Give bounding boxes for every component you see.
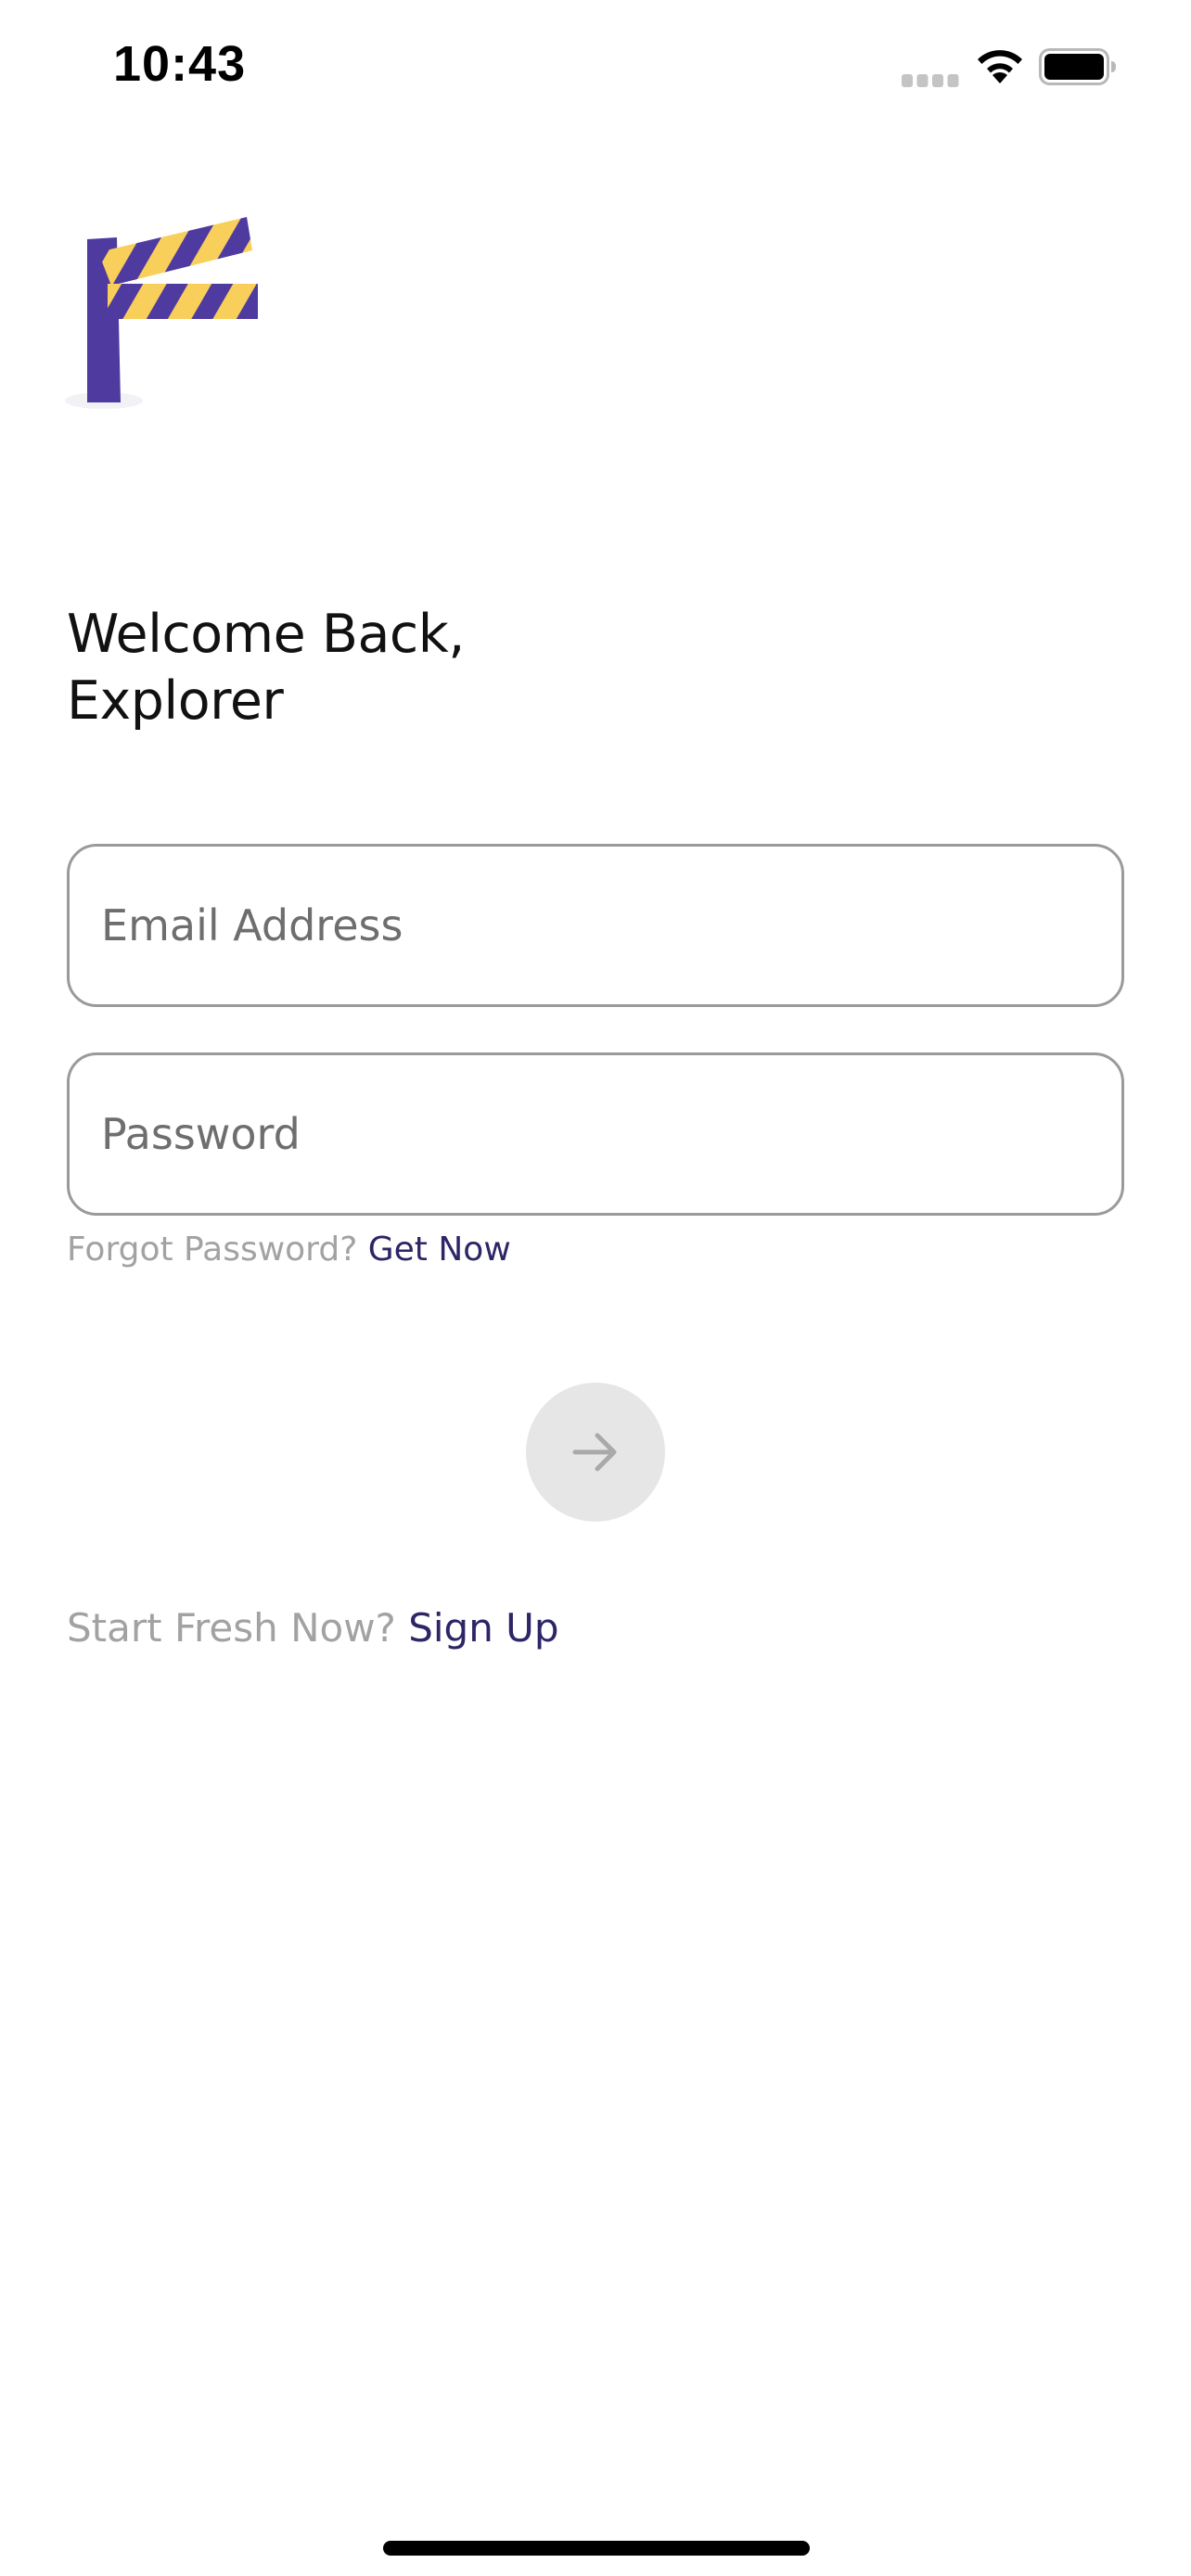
get-now-link[interactable]: Get Now [368, 1231, 511, 1269]
wifi-icon [978, 50, 1022, 83]
signup-prompt: Start Fresh Now? [67, 1605, 396, 1651]
forgot-password-prompt: Forgot Password? [67, 1231, 358, 1269]
forgot-password-row: Forgot Password? Get Now [67, 1228, 511, 1272]
welcome-title: Welcome Back, Explorer [67, 601, 902, 734]
status-bar: 10:43 [0, 0, 1191, 139]
email-field[interactable] [101, 847, 1084, 1004]
home-indicator[interactable] [383, 2541, 810, 2556]
login-screen: 10:43 Welcome Back, Explorer Email Addre… [0, 0, 1191, 2576]
sign-up-link[interactable]: Sign Up [408, 1605, 558, 1651]
submit-button[interactable] [526, 1383, 665, 1522]
arrow-right-icon [572, 1433, 617, 1472]
email-field-container[interactable] [67, 844, 1124, 1007]
password-field[interactable] [101, 1055, 1084, 1213]
password-field-container[interactable] [67, 1052, 1124, 1216]
welcome-title-line2: Explorer [67, 670, 284, 732]
status-time: 10:43 [113, 36, 247, 92]
cellular-signal-icon [902, 74, 959, 87]
signup-row: Start Fresh Now? Sign Up [67, 1602, 559, 1654]
battery-icon [1039, 48, 1116, 85]
road-barrier-flag-logo [65, 217, 258, 409]
welcome-title-line1: Welcome Back, [67, 604, 465, 665]
